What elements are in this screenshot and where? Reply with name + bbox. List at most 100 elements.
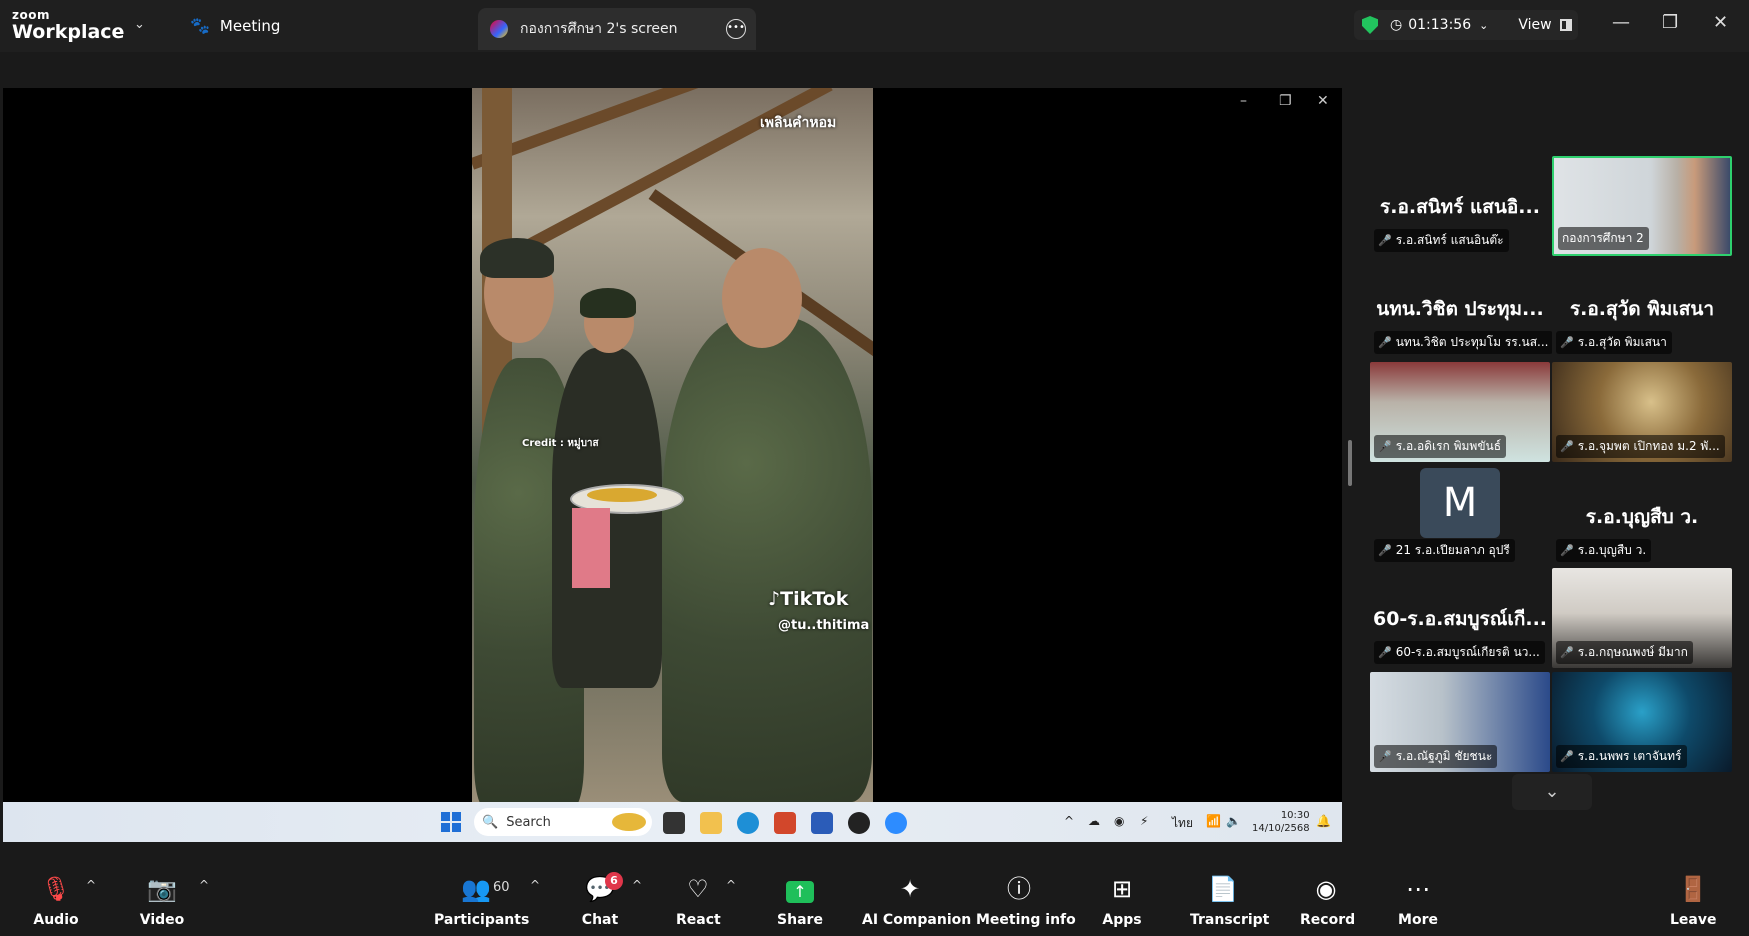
transcript-icon: 📄: [1208, 875, 1238, 903]
participant-tile[interactable]: ร.อ.สนิทร์ แสนอิ... 🎤 ร.อ.สนิทร์ แสนอินต๊…: [1370, 156, 1550, 256]
participant-tile[interactable]: 🎤 ร.อ.กฤษณพงษ์ มีมาก: [1552, 568, 1732, 668]
powerpoint-icon[interactable]: [774, 812, 796, 834]
sparkle-icon: ✦: [899, 875, 921, 903]
zoom-taskbar-icon[interactable]: [885, 812, 907, 834]
participant-tile[interactable]: 🎤 ร.อ.นพพร เตาจันทร์: [1552, 672, 1732, 772]
meeting-timer: 01:13:56: [1408, 17, 1472, 33]
react-button[interactable]: ♡ React: [676, 872, 721, 928]
participant-tile[interactable]: 60-ร.อ.สมบูรณ์เกี... 🎤 60-ร.อ.สมบูรณ์เกีย…: [1370, 568, 1550, 668]
player-close-icon[interactable]: ✕: [1317, 93, 1329, 109]
participant-tile[interactable]: 🎤 ร.อ.อดิเรก พิมพขันธ์: [1370, 362, 1550, 462]
shared-screen-tab[interactable]: กองการศึกษา 2's screen •••: [478, 8, 756, 50]
participant-tile[interactable]: ร.อ.บุญสืบ ว. 🎤 ร.อ.บุญสืบ ว.: [1552, 466, 1732, 566]
video-options-chevron-icon[interactable]: ^: [199, 878, 209, 892]
timer-chevron-icon[interactable]: ⌄: [1479, 19, 1488, 32]
participant-tile[interactable]: M 🎤 21 ร.อ.เปียมลาภ อุปรี: [1370, 466, 1550, 566]
participant-label: 🎤 21 ร.อ.เปียมลาภ อุปรี: [1374, 539, 1515, 562]
participant-name: 21 ร.อ.เปียมลาภ อุปรี: [1395, 543, 1510, 557]
record-button[interactable]: ◉ Record: [1300, 872, 1355, 928]
participant-label: 🎤 ร.อ.กฤษณพงษ์ มีมาก: [1556, 641, 1693, 664]
player-minimize-icon[interactable]: –: [1240, 93, 1247, 109]
participant-name: ร.อ.จุมพต เปิกทอง ม.2 พั...: [1577, 439, 1720, 453]
participant-label: กองการศึกษา 2: [1558, 227, 1649, 250]
notification-icon[interactable]: 🔔: [1316, 814, 1331, 828]
tiktok-watermark: ♪TikTok: [768, 588, 848, 610]
media-player-icon[interactable]: [848, 812, 870, 834]
record-icon: ◉: [1315, 875, 1337, 903]
sharer-avatar-icon: [490, 20, 508, 38]
search-icon: 🔍: [482, 814, 499, 830]
language-indicator[interactable]: ไทย: [1172, 814, 1193, 833]
more-options-icon[interactable]: •••: [726, 19, 746, 39]
meeting-tab[interactable]: 🐾 Meeting: [190, 16, 280, 35]
more-label: More: [1398, 912, 1438, 928]
network-tray-icon[interactable]: ⚡: [1140, 814, 1148, 828]
close-icon[interactable]: ✕: [1713, 12, 1728, 33]
participant-label: 🎤 ร.อ.สนิทร์ แสนอินต๊ะ: [1374, 229, 1509, 252]
participant-tile[interactable]: 🎤 ร.อ.จุมพต เปิกทอง ม.2 พั...: [1552, 362, 1732, 462]
share-button[interactable]: ↑ Share: [776, 872, 824, 928]
chrome-tray-icon[interactable]: ◉: [1114, 814, 1124, 828]
transcript-label: Transcript: [1190, 912, 1270, 928]
leave-button[interactable]: 🚪 Leave: [1670, 872, 1716, 928]
participant-name: ร.อ.นพพร เตาจันทร์: [1577, 749, 1682, 763]
more-button[interactable]: ⋯ More: [1398, 872, 1438, 928]
participant-avatar: M: [1420, 468, 1500, 538]
zoom-logo: zoom Workplace: [12, 9, 124, 42]
participant-tile[interactable]: 🎤 ร.อ.ณัฐภูมิ ชัยชนะ: [1370, 672, 1550, 772]
file-explorer-icon[interactable]: [700, 812, 722, 834]
app-menu-chevron-icon[interactable]: ⌄: [134, 17, 145, 32]
word-icon[interactable]: [811, 812, 833, 834]
mic-muted-icon: 🎙: [40, 875, 72, 903]
chat-chevron-icon[interactable]: ^: [632, 878, 642, 892]
minimize-icon[interactable]: —: [1612, 12, 1630, 33]
tray-chevron-icon[interactable]: ^: [1064, 814, 1074, 828]
mic-muted-icon: 🎤: [1560, 440, 1574, 453]
participant-label: 🎤 ร.อ.อดิเรก พิมพขันธ์: [1374, 435, 1507, 458]
gallery-scrollbar[interactable]: [1348, 440, 1352, 486]
participant-big-name: ร.อ.สุวัด พิมเสนา: [1569, 298, 1715, 320]
encryption-shield-icon[interactable]: [1362, 16, 1378, 34]
participant-tile[interactable]: ร.อ.สุวัด พิมเสนา 🎤 ร.อ.สุวัด พิมเสนา: [1552, 258, 1732, 358]
participant-big-name: นทน.วิชิต ประทุม...: [1376, 298, 1544, 320]
wifi-icon[interactable]: 📶: [1206, 814, 1221, 828]
edge-icon[interactable]: [737, 812, 759, 834]
task-view-icon[interactable]: [663, 812, 685, 834]
paw-icon: 🐾: [190, 16, 210, 35]
gallery-next-page-chevron-icon[interactable]: ⌄: [1512, 774, 1592, 810]
video-off-icon: 📷: [147, 875, 177, 903]
video-caption: เพลินคำหอม: [760, 115, 837, 131]
video-button[interactable]: 📷 Video: [134, 872, 190, 928]
participant-name: กองการศึกษา 2: [1562, 231, 1644, 245]
participants-chevron-icon[interactable]: ^: [530, 878, 540, 892]
view-button[interactable]: View: [1518, 17, 1551, 33]
participant-label: 🎤 ร.อ.สุวัด พิมเสนา: [1556, 331, 1672, 354]
meeting-tab-label: Meeting: [219, 16, 281, 35]
participant-name: นทน.วิชิต ประทุมโม รร.นส...: [1395, 335, 1549, 349]
participant-name: ร.อ.ณัฐภูมิ ชัยชนะ: [1395, 749, 1493, 763]
restore-icon[interactable]: ❐: [1662, 12, 1678, 33]
audio-button[interactable]: 🎙 Audio: [28, 872, 84, 928]
tiktok-label: TikTok: [780, 588, 849, 610]
meeting-info-button[interactable]: ⓘ Meeting info: [976, 872, 1076, 928]
windows-start-icon[interactable]: [441, 812, 461, 832]
participant-label: 🎤 ร.อ.จุมพต เปิกทอง ม.2 พั...: [1556, 435, 1725, 458]
participant-name: ร.อ.บุญสืบ ว.: [1577, 543, 1647, 557]
participant-tile[interactable]: นทน.วิชิต ประทุม... 🎤 นทน.วิชิต ประทุมโม …: [1370, 258, 1553, 358]
participant-tile-active-speaker[interactable]: กองการศึกษา 2: [1552, 156, 1732, 256]
mic-muted-icon: 🎤: [1560, 336, 1574, 349]
audio-options-chevron-icon[interactable]: ^: [86, 878, 96, 892]
apps-label: Apps: [1102, 912, 1142, 928]
player-restore-icon[interactable]: ❐: [1279, 93, 1292, 109]
cloud-icon[interactable]: ☁: [1088, 814, 1100, 828]
participants-count: 60: [493, 880, 510, 895]
taskbar-search[interactable]: 🔍 Search: [474, 808, 652, 836]
taskbar-clock[interactable]: 10:30 14/10/2568: [1252, 809, 1310, 835]
taskbar-search-label: Search: [506, 814, 551, 830]
ai-companion-button[interactable]: ✦ AI Companion: [862, 872, 971, 928]
shared-video: เพลินคำหอม Credit : หมู่บาส: [472, 88, 873, 802]
apps-button[interactable]: ⊞ Apps: [1098, 872, 1146, 928]
react-chevron-icon[interactable]: ^: [726, 878, 736, 892]
volume-icon[interactable]: 🔈: [1226, 814, 1241, 828]
transcript-button[interactable]: 📄 Transcript: [1190, 872, 1270, 928]
